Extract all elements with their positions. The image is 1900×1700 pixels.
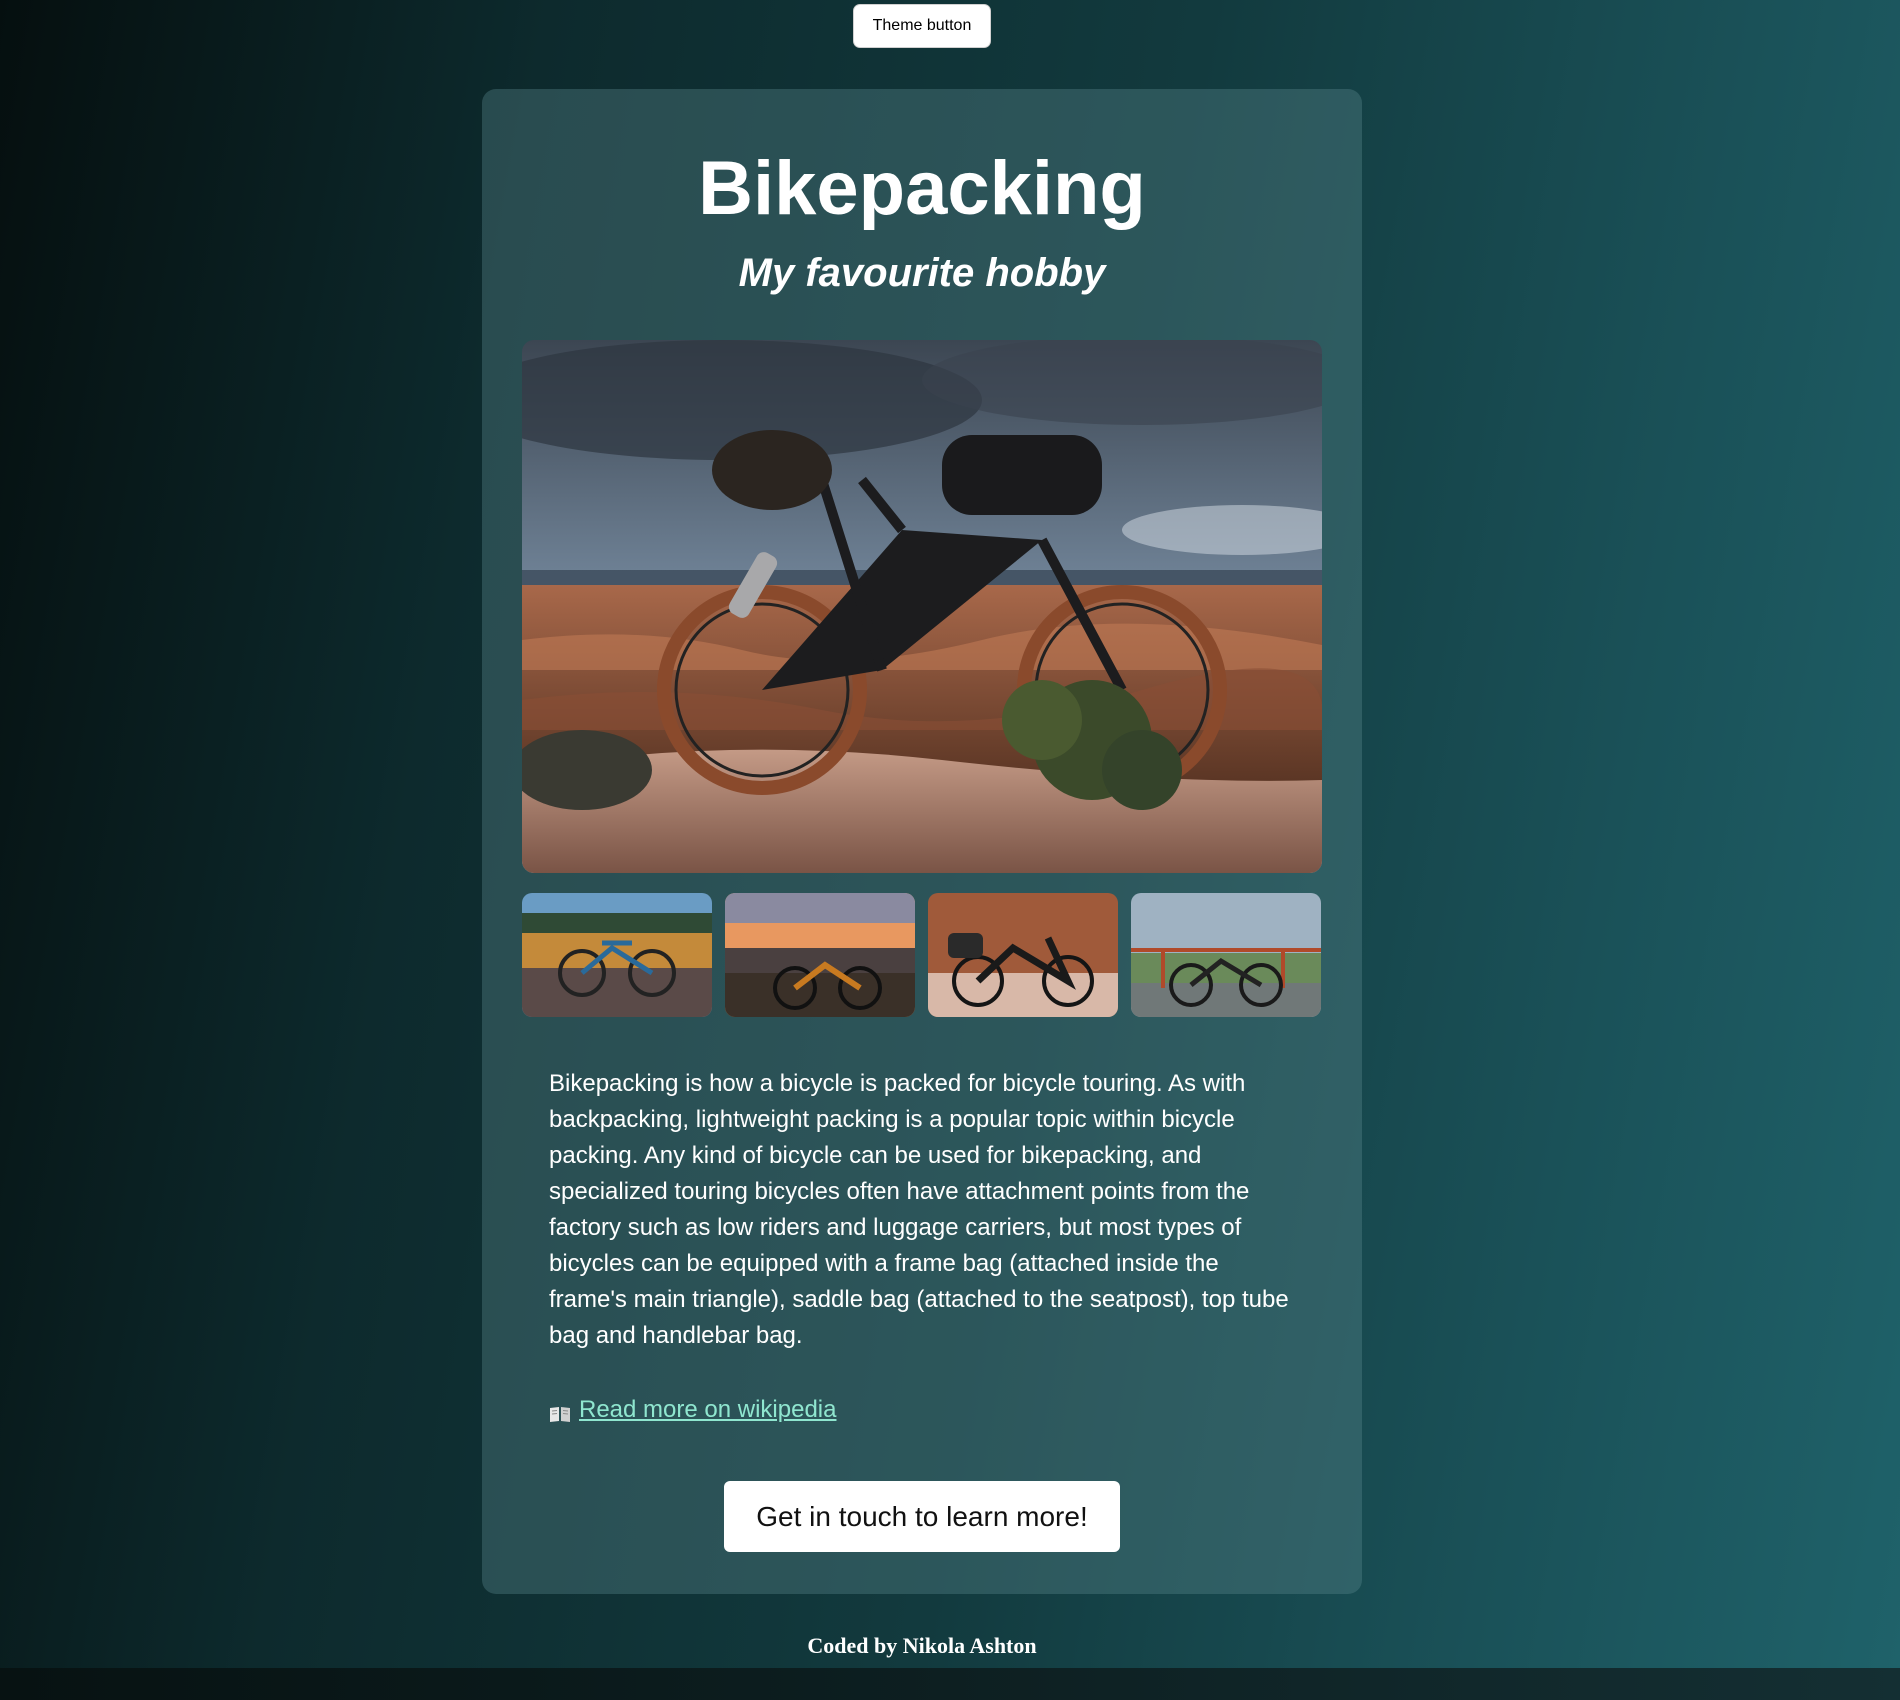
content-card: Bikepacking My favourite hobby Bikepacki…	[482, 89, 1362, 1594]
hero-image	[522, 340, 1322, 873]
thumbnail-lake[interactable]	[522, 893, 712, 1017]
bottom-strip	[0, 1668, 1900, 1700]
thumbnail-sunset[interactable]	[725, 893, 915, 1017]
description-text: Bikepacking is how a bicycle is packed f…	[549, 1070, 1289, 1349]
theme-button[interactable]: Theme button	[853, 4, 991, 48]
footer-credit: Coded by Nikola Ashton	[807, 1633, 1037, 1658]
wikipedia-link[interactable]: Read more on wikipedia	[579, 1395, 836, 1425]
thumbnail-red-rock[interactable]	[928, 893, 1118, 1017]
open-book-icon	[549, 1401, 571, 1422]
page-subtitle: My favourite hobby	[738, 251, 1106, 295]
thumbnail-railing[interactable]	[1131, 893, 1321, 1017]
get-in-touch-button[interactable]: Get in touch to learn more!	[724, 1481, 1120, 1552]
wiki-row: Read more on wikipedia	[549, 1395, 836, 1425]
page-title: Bikepacking	[698, 146, 1146, 231]
